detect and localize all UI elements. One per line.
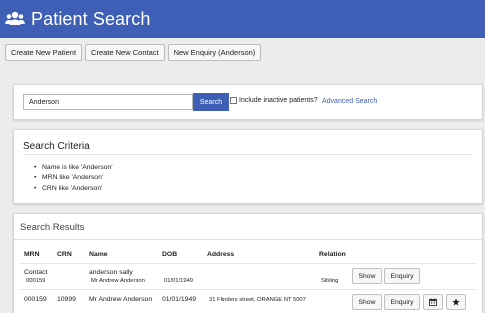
divider	[23, 154, 473, 155]
show-button[interactable]: Show	[352, 294, 382, 310]
app-header: Patient Search	[0, 0, 485, 38]
calendar-button[interactable]	[423, 294, 443, 310]
search-input[interactable]	[23, 94, 193, 110]
divider	[14, 239, 484, 240]
column-header-relation[interactable]: Relation	[319, 251, 346, 258]
calendar-icon	[429, 298, 437, 306]
include-inactive-checkbox[interactable]	[230, 97, 237, 104]
column-header-address[interactable]: Address	[207, 251, 234, 258]
users-icon	[5, 11, 25, 25]
include-inactive-label: Include inactive patients?	[239, 97, 318, 104]
enquiry-button[interactable]: Enquiry	[384, 268, 420, 284]
column-header-dob[interactable]: DOB	[162, 251, 177, 258]
search-results-panel: Search Results MRN CRN Name DOB Address …	[13, 213, 484, 313]
favourite-button[interactable]	[446, 294, 466, 310]
page-title: Patient Search	[31, 8, 151, 29]
advanced-search-link[interactable]: Advanced Search	[322, 98, 377, 105]
column-header-name[interactable]: Name	[89, 251, 108, 258]
name-cell: Mr Andrew Anderson	[89, 296, 153, 303]
star-icon	[452, 298, 460, 306]
criteria-list: Name is like 'Anderson' MRN like 'Anders…	[34, 163, 113, 194]
crn-cell: 10999	[57, 296, 76, 303]
column-header-crn[interactable]: CRN	[57, 251, 72, 258]
show-button[interactable]: Show	[352, 268, 382, 284]
address-cell: 31 Flinders street, ORANGE NT 5007	[209, 297, 306, 303]
create-new-patient-button[interactable]: Create New Patient	[5, 44, 83, 61]
criteria-title: Search Criteria	[23, 141, 90, 152]
action-toolbar: Create New Patient Create New Contact Ne…	[5, 44, 262, 61]
list-item: CRN like 'Anderson'	[34, 184, 113, 195]
divider	[20, 263, 476, 264]
search-button[interactable]: Search	[193, 93, 229, 111]
mrn-cell: Contact	[24, 269, 48, 276]
search-criteria-panel: Search Criteria Name is like 'Anderson' …	[13, 129, 483, 204]
dob-cell: 01/01/1949	[162, 296, 197, 303]
dob-cell: 01/01/1949	[164, 278, 194, 284]
list-item: MRN like 'Anderson'	[34, 173, 113, 184]
include-inactive-option[interactable]: Include inactive patients?	[230, 97, 318, 104]
column-header-mrn[interactable]: MRN	[24, 251, 39, 258]
divider	[20, 289, 476, 290]
name-cell: Mr Andrew Anderson	[91, 278, 145, 284]
name-cell: anderson sally	[89, 269, 133, 276]
new-enquiry-button[interactable]: New Enquiry (Anderson)	[167, 44, 262, 61]
mrn-cell: 000159	[26, 278, 46, 284]
search-panel: Search Include inactive patients? Advanc…	[13, 84, 483, 120]
list-item: Name is like 'Anderson'	[34, 163, 113, 174]
relation-cell: Sibling	[321, 278, 339, 284]
create-new-contact-button[interactable]: Create New Contact	[85, 44, 165, 61]
enquiry-button[interactable]: Enquiry	[384, 294, 420, 310]
results-title: Search Results	[20, 222, 85, 233]
mrn-cell: 000159	[24, 296, 47, 303]
